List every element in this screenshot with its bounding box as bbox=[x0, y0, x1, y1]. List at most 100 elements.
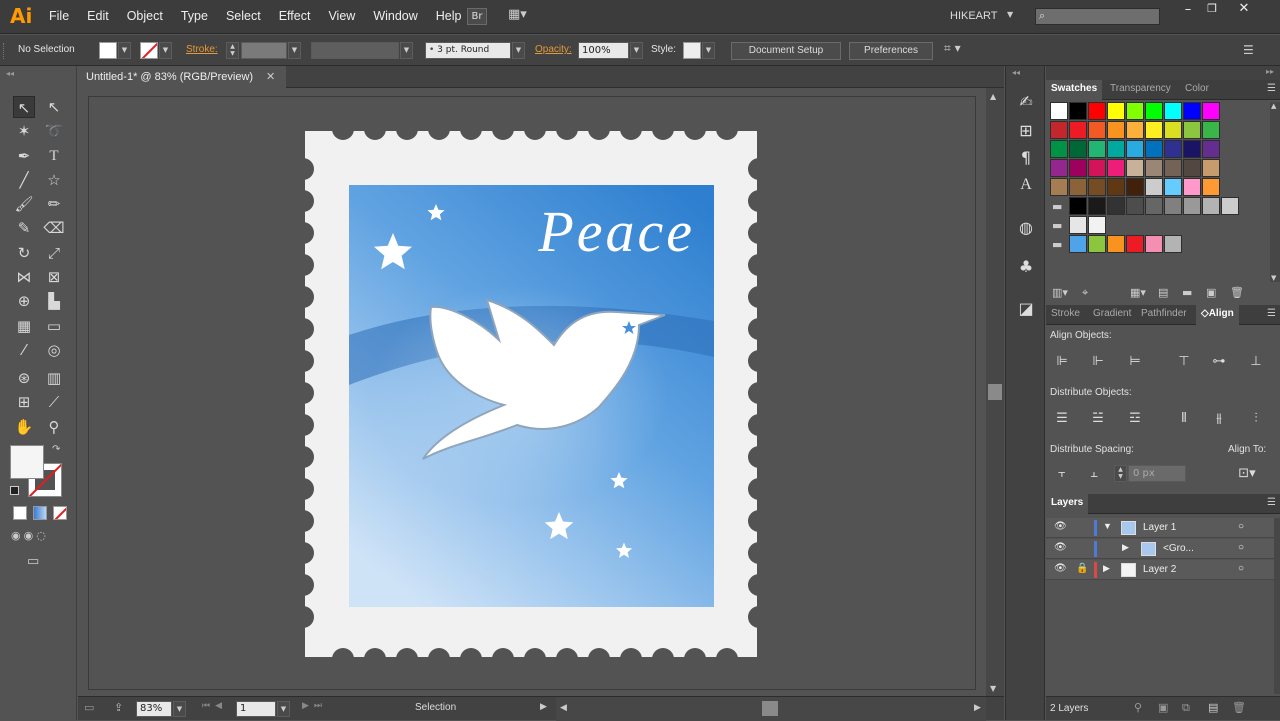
color-swatch[interactable] bbox=[1202, 102, 1220, 120]
artboard-dropdown[interactable]: ▼ bbox=[277, 701, 290, 717]
color-swatch[interactable] bbox=[1088, 178, 1106, 196]
screen-mode-icon[interactable]: ▭ bbox=[27, 554, 49, 570]
fill-dropdown[interactable]: ▼ bbox=[118, 42, 131, 59]
star-tool-icon[interactable]: ☆ bbox=[43, 169, 65, 191]
color-swatch[interactable] bbox=[1183, 140, 1201, 158]
zoom-level-input[interactable]: 83% bbox=[136, 701, 172, 717]
layer-name[interactable]: Layer 1 bbox=[1143, 522, 1176, 533]
type-tool-icon[interactable]: T bbox=[43, 145, 65, 167]
swatch-scroll-down-icon[interactable]: ▼ bbox=[1271, 274, 1276, 282]
distribute-right-icon[interactable]: ⫶ bbox=[1246, 409, 1266, 429]
expand-chevron-right-icon[interactable]: ▶ bbox=[1122, 542, 1129, 553]
scroll-thumb[interactable] bbox=[988, 384, 1002, 400]
color-swatch[interactable] bbox=[1107, 178, 1125, 196]
tab-pathfinder[interactable]: Pathfinder bbox=[1136, 305, 1192, 325]
control-menu-icon[interactable]: ☰ bbox=[1243, 43, 1254, 57]
close-window-button[interactable]: ✕ bbox=[1232, 1, 1256, 17]
preferences-button[interactable]: Preferences bbox=[849, 42, 933, 60]
menu-window[interactable]: Window bbox=[364, 9, 426, 23]
tools-collapse-icon[interactable]: ◂◂ bbox=[6, 69, 14, 78]
visibility-eye-icon[interactable]: 👁 bbox=[1054, 563, 1067, 574]
eraser-tool-icon[interactable]: ⌫ bbox=[43, 217, 65, 239]
menu-effect[interactable]: Effect bbox=[270, 9, 320, 23]
layers-menu-icon[interactable]: ☰ bbox=[1267, 497, 1276, 508]
blob-brush-tool-icon[interactable]: ✎ bbox=[13, 217, 35, 239]
distribute-bottom-icon[interactable]: ☲ bbox=[1125, 409, 1145, 429]
color-swatch[interactable] bbox=[1107, 121, 1125, 139]
align-left-icon[interactable]: ⊫ bbox=[1052, 352, 1072, 372]
free-transform-tool-icon[interactable]: ⊠ bbox=[43, 266, 65, 288]
color-swatch[interactable] bbox=[1202, 178, 1220, 196]
color-swatch[interactable] bbox=[1050, 121, 1068, 139]
swatch-kind-icon[interactable]: ⌖ bbox=[1082, 286, 1088, 300]
document-setup-button[interactable]: Document Setup bbox=[731, 42, 841, 60]
color-swatch[interactable] bbox=[1088, 121, 1106, 139]
color-group-icon[interactable]: ▤ bbox=[1158, 286, 1168, 299]
symbol-sprayer-tool-icon[interactable]: ⊛ bbox=[13, 367, 35, 389]
target-circle-icon[interactable]: ○ bbox=[1238, 542, 1244, 553]
visibility-eye-icon[interactable]: 👁 bbox=[1054, 521, 1067, 532]
spacing-input[interactable]: 0 px bbox=[1128, 465, 1186, 482]
spacing-stepper[interactable]: ▲ ▼ bbox=[1114, 465, 1127, 482]
opacity-input[interactable]: 100% bbox=[578, 42, 629, 59]
scroll-up-icon[interactable]: ▲ bbox=[990, 92, 996, 101]
horizontal-scrollbar[interactable]: ◀ ▶ bbox=[556, 697, 986, 721]
color-swatch[interactable] bbox=[1050, 178, 1068, 196]
character-panel-icon[interactable]: A bbox=[1014, 173, 1038, 197]
color-swatch[interactable] bbox=[1088, 197, 1106, 215]
color-swatch[interactable] bbox=[1126, 159, 1144, 177]
delete-swatch-icon[interactable]: 🗑 bbox=[1230, 286, 1244, 299]
color-swatch[interactable] bbox=[1126, 140, 1144, 158]
fill-swatch[interactable] bbox=[99, 42, 117, 59]
color-swatch[interactable] bbox=[1088, 140, 1106, 158]
color-mode-button[interactable] bbox=[13, 506, 27, 520]
color-swatch[interactable] bbox=[1069, 235, 1087, 253]
color-group-folder-icon[interactable]: ▬ bbox=[1052, 200, 1066, 213]
color-swatch[interactable] bbox=[1126, 178, 1144, 196]
lasso-tool-icon[interactable]: ➰ bbox=[43, 120, 65, 142]
perspective-grid-tool-icon[interactable]: ▙ bbox=[43, 290, 65, 312]
share-icon[interactable]: ⇪ bbox=[114, 701, 123, 714]
stroke-weight-input[interactable] bbox=[241, 42, 287, 59]
color-swatch[interactable] bbox=[1202, 197, 1220, 215]
artboards-panel-icon[interactable]: ⊞ bbox=[1014, 119, 1038, 143]
color-swatch[interactable] bbox=[1145, 178, 1163, 196]
align-menu-icon[interactable]: ☰ bbox=[1267, 308, 1276, 319]
lock-icon[interactable]: 🔒 bbox=[1076, 563, 1088, 574]
line-tool-icon[interactable]: ╱ bbox=[13, 169, 35, 191]
tab-gradient[interactable]: Gradient bbox=[1088, 305, 1136, 325]
none-mode-button[interactable] bbox=[53, 506, 67, 520]
document-tab[interactable]: Untitled-1* @ 83% (RGB/Preview) bbox=[78, 66, 286, 88]
align-h-center-icon[interactable]: ⊩ bbox=[1088, 352, 1108, 372]
color-swatch[interactable] bbox=[1107, 159, 1125, 177]
color-swatch[interactable] bbox=[1107, 235, 1125, 253]
slice-tool-icon[interactable]: ⟋ bbox=[43, 391, 65, 413]
stroke-weight-dropdown[interactable]: ▼ bbox=[288, 42, 301, 59]
color-swatch[interactable] bbox=[1221, 197, 1239, 215]
align-v-center-icon[interactable]: ⊶ bbox=[1209, 352, 1229, 372]
expand-chevron-right-icon[interactable]: ▶ bbox=[1103, 563, 1110, 574]
gradient-tool-icon[interactable]: ▭ bbox=[43, 315, 65, 337]
color-swatch[interactable] bbox=[1202, 140, 1220, 158]
visibility-eye-icon[interactable]: 👁 bbox=[1054, 542, 1067, 553]
blend-tool-icon[interactable]: ◎ bbox=[43, 339, 65, 361]
color-swatch[interactable] bbox=[1202, 121, 1220, 139]
search-input[interactable]: ⌕ bbox=[1035, 8, 1160, 25]
paragraph-panel-icon[interactable]: ¶ bbox=[1014, 146, 1038, 170]
zoom-dropdown[interactable]: ▼ bbox=[173, 701, 186, 717]
new-swatch-icon[interactable]: ▣ bbox=[1206, 286, 1216, 299]
workspace-switcher[interactable]: HIKEART bbox=[950, 10, 997, 22]
fill-indicator[interactable] bbox=[10, 445, 44, 479]
strip-expand-icon[interactable]: ◂◂ bbox=[1012, 68, 1020, 77]
menu-select[interactable]: Select bbox=[217, 9, 270, 23]
clipping-mask-icon[interactable]: ▣ bbox=[1158, 701, 1168, 714]
distribute-left-icon[interactable]: ⫴ bbox=[1174, 409, 1194, 429]
delete-layer-icon[interactable]: 🗑 bbox=[1232, 701, 1246, 714]
mesh-tool-icon[interactable]: ▦ bbox=[13, 315, 35, 337]
opacity-dropdown[interactable]: ▼ bbox=[630, 42, 643, 59]
target-circle-icon[interactable]: ○ bbox=[1238, 563, 1244, 574]
color-swatch[interactable] bbox=[1050, 102, 1068, 120]
symbols-panel-icon[interactable]: ♣ bbox=[1014, 255, 1038, 279]
align-to-dropdown-icon[interactable]: ⊡▾ bbox=[1232, 464, 1262, 484]
color-swatch[interactable] bbox=[1088, 235, 1106, 253]
